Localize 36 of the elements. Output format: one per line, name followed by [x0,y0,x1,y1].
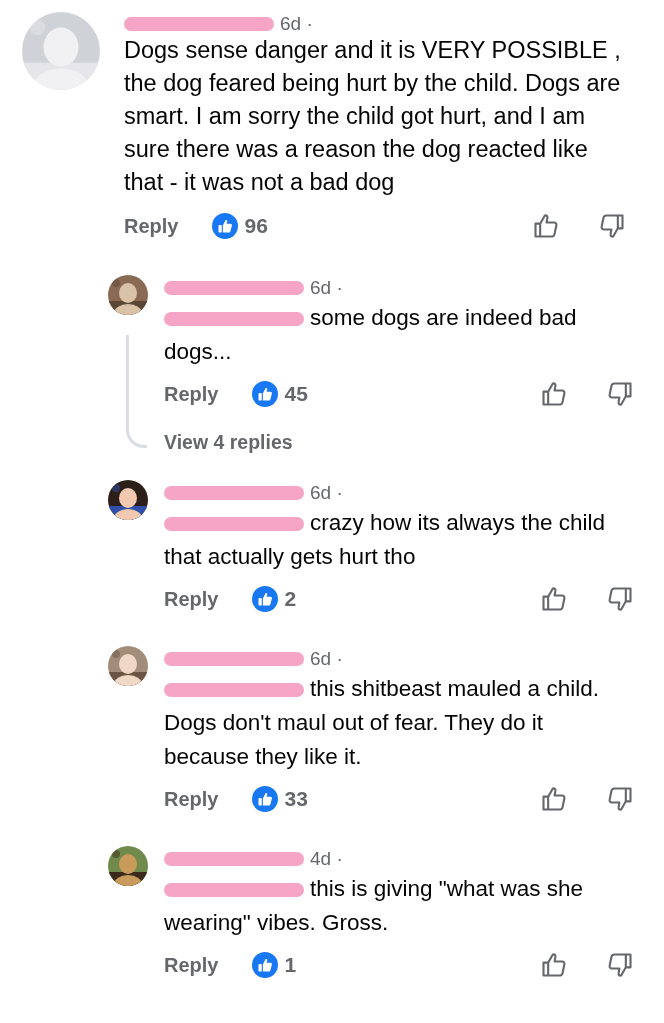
comment-text: Dogs sense danger and it is VERY POSSIBLE , the dog feared being hurt by the child. Dogs are smart. I am sorry the child got hurt, and I am sure there was a reason the dog reacted like that - it was not a bad dog [124,36,622,197]
comment-text: this is giving "what was she wearing" vibes. Gross. [164,875,585,937]
reply-button[interactable]: Reply [124,214,179,238]
thumbs-up-icon[interactable] [540,585,568,613]
thumbs-down-icon[interactable] [606,380,634,408]
comment-time: 6d · [310,482,343,504]
comment-time: 4d · [310,848,343,870]
thumbs-down-icon[interactable] [606,785,634,813]
thumbs-down-icon[interactable] [606,585,634,613]
thumbs-up-icon[interactable] [532,212,560,240]
reply-button[interactable]: Reply [164,787,219,811]
like-count: 96 [244,214,268,238]
comment-text: this shitbeast mauled a child. Dogs don't maul out of fear. They do it because they like it. [164,675,600,771]
like-icon [212,213,239,239]
like-icon [252,381,279,407]
comment-time: 6d · [310,277,343,299]
like-count: 2 [284,587,297,611]
comment-text: some dogs are indeed bad dogs... [164,304,578,366]
thumbs-down-icon[interactable] [598,212,626,240]
like-count: 33 [284,787,308,811]
reply-button[interactable]: Reply [164,587,219,611]
like-icon [252,586,279,612]
thumbs-down-icon[interactable] [606,951,634,979]
like-count: 45 [284,382,308,406]
view-replies-link[interactable]: View 4 replies [164,431,293,454]
thumbs-up-icon[interactable] [540,951,568,979]
comment-time: 6d · [310,648,343,670]
comment-text: crazy how its always the child that actually gets hurt tho [164,509,607,571]
thumbs-up-icon[interactable] [540,380,568,408]
like-icon [252,786,279,812]
reply-button[interactable]: Reply [164,953,219,977]
comment-time: 6d · [280,13,313,35]
reply-button[interactable]: Reply [164,382,219,406]
thumbs-up-icon[interactable] [540,785,568,813]
like-icon [252,952,279,978]
like-count: 1 [284,953,297,977]
